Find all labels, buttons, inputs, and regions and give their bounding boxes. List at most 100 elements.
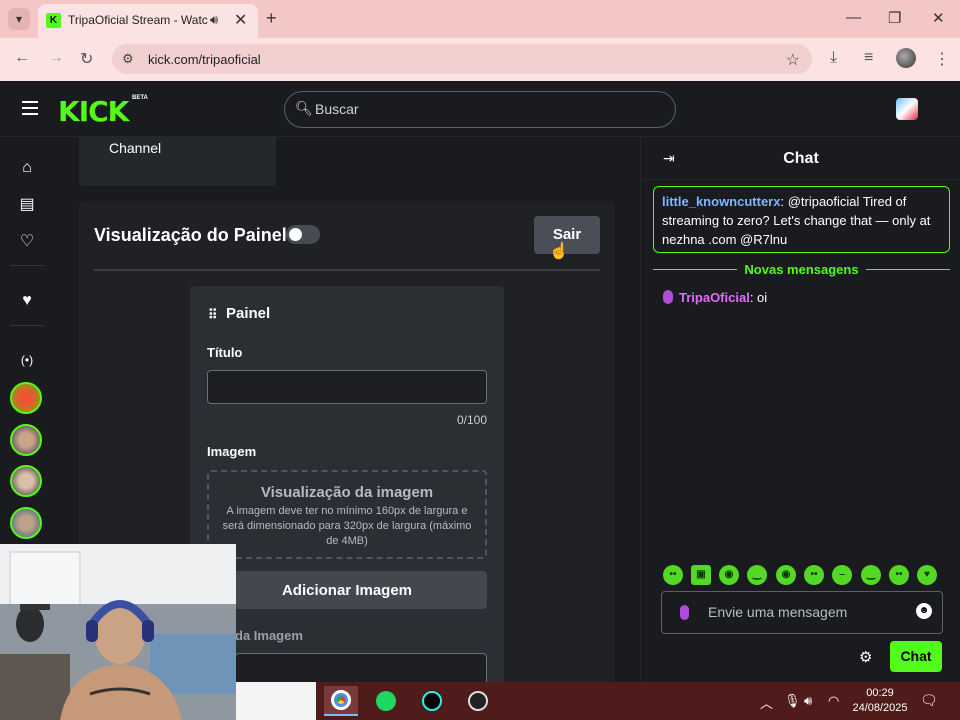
image-dropzone[interactable]: Visualização da imagem A imagem deve ter… bbox=[207, 470, 487, 559]
emote-icon[interactable]: – bbox=[832, 565, 852, 585]
chat-message: TripaOficial: oi bbox=[663, 290, 767, 305]
send-chat-button[interactable]: Chat bbox=[890, 641, 942, 672]
emote-icon[interactable]: ♥ bbox=[917, 565, 937, 585]
taskbar-obs-app[interactable] bbox=[461, 686, 495, 716]
panel-preview-toggle[interactable] bbox=[286, 225, 320, 244]
notification-center-icon[interactable]: 🗨︎ bbox=[920, 692, 938, 709]
live-broadcast-icon[interactable]: (•) bbox=[16, 349, 38, 371]
browser-profile-avatar[interactable] bbox=[896, 48, 916, 68]
following-heart-outline-icon[interactable]: ♡ bbox=[16, 231, 38, 253]
search-input[interactable] bbox=[315, 101, 655, 117]
broadcaster-badge-icon bbox=[663, 290, 673, 304]
clock-date: 24/08/2025 bbox=[852, 702, 908, 714]
tray-chevron-up-icon[interactable]: ︿ bbox=[760, 693, 773, 712]
restore-icon[interactable]: ❐ bbox=[888, 9, 901, 27]
pinned-message: little_knowncutterx: @tripaoficial Tired… bbox=[653, 186, 950, 253]
site-info-icon[interactable]: ⚙ bbox=[122, 51, 134, 67]
taskbar-spotify-app[interactable] bbox=[369, 686, 403, 716]
volume-icon[interactable]: 🔊︎ bbox=[804, 693, 812, 709]
browser-menu-icon[interactable]: ⋮ bbox=[934, 49, 950, 69]
title-field-label: Título bbox=[207, 345, 243, 360]
new-tab-icon[interactable]: + bbox=[266, 8, 277, 29]
close-tab-icon[interactable]: ✕ bbox=[234, 10, 247, 30]
chat-message-input[interactable] bbox=[708, 604, 908, 620]
chat-input-box[interactable]: ☻ bbox=[661, 591, 943, 634]
clock-time: 00:29 bbox=[866, 687, 894, 699]
drag-handle-icon[interactable]: ⠿ bbox=[208, 307, 218, 323]
followed-channel-avatar[interactable] bbox=[10, 424, 42, 456]
broadcaster-badge-icon bbox=[680, 605, 689, 620]
sidebar-divider bbox=[10, 265, 44, 266]
followed-channel-avatar[interactable] bbox=[10, 382, 42, 414]
title-char-counter: 0/100 bbox=[456, 413, 487, 427]
spotify-icon bbox=[376, 691, 396, 711]
browser-tab[interactable]: K TripaOficial Stream - Watch 🔊︎ ✕ bbox=[38, 4, 258, 38]
tab-search-icon[interactable]: ▾ bbox=[8, 8, 30, 30]
chat-header-divider bbox=[641, 179, 960, 180]
taskbar-chrome-app[interactable] bbox=[324, 686, 358, 716]
url-text: kick.com/tripaoficial bbox=[148, 52, 261, 67]
image-preview-description: A imagem deve ter no mínimo 160px de lar… bbox=[222, 505, 472, 547]
emote-icon[interactable]: ◉ bbox=[719, 565, 739, 585]
chat-panel: ⇥ Chat little_knowncutterx: @tripaoficia… bbox=[640, 137, 960, 682]
kick-logo[interactable]: KICK bbox=[58, 95, 129, 128]
browser-toolbar: ← → ↻ ⚙ kick.com/tripaoficial ☆ ⤓ ≡ ⋮ bbox=[0, 38, 960, 81]
new-messages-label: Novas mensagens bbox=[744, 262, 859, 277]
new-messages-divider: Novas mensagens bbox=[653, 262, 950, 277]
panel-title: Painel bbox=[226, 305, 271, 322]
section-divider bbox=[94, 269, 600, 271]
channel-label: Channel bbox=[109, 140, 162, 156]
wifi-icon[interactable]: ◠ bbox=[828, 693, 839, 709]
emote-icon[interactable]: ▣ bbox=[691, 565, 711, 585]
add-image-button[interactable]: Adicionar Imagem bbox=[207, 571, 487, 609]
reload-icon[interactable]: ↻ bbox=[80, 49, 93, 69]
emote-icon[interactable]: •• bbox=[663, 565, 683, 585]
bookmark-star-icon[interactable]: ☆ bbox=[786, 50, 800, 70]
taskbar-tiktok-app[interactable] bbox=[415, 686, 449, 716]
emote-icon[interactable]: ‿ bbox=[747, 565, 767, 585]
left-sidebar: ⌂ ▤ ♡ ♥ (•) bbox=[0, 137, 53, 544]
obs-icon bbox=[468, 691, 488, 711]
download-icon[interactable]: ⤓ bbox=[830, 49, 837, 67]
home-icon[interactable]: ⌂ bbox=[16, 157, 38, 179]
webcam-feed-image bbox=[0, 544, 236, 720]
taskbar-clock[interactable]: 00:29 24/08/2025 bbox=[850, 686, 910, 716]
emote-icon[interactable]: ◉ bbox=[776, 565, 796, 585]
image-link-label: da Imagem bbox=[235, 628, 303, 643]
back-icon[interactable]: ← bbox=[14, 49, 30, 67]
panel-title-input[interactable] bbox=[207, 370, 487, 404]
address-bar[interactable]: ⚙ kick.com/tripaoficial ☆ bbox=[112, 44, 812, 74]
emote-icon[interactable]: •• bbox=[804, 565, 824, 585]
emote-icon[interactable]: •• bbox=[889, 565, 909, 585]
emoji-picker-icon[interactable]: ☻ bbox=[916, 603, 932, 619]
media-control-icon[interactable]: ≡ bbox=[864, 49, 873, 67]
followed-channel-avatar[interactable] bbox=[10, 507, 42, 539]
os-taskbar: ︿ 🎙︎ 🔊︎ ◠ 00:29 24/08/2025 🗨︎ bbox=[236, 682, 960, 720]
minimize-icon[interactable]: — bbox=[846, 9, 861, 26]
pinned-message-user[interactable]: little_knowncutterx bbox=[662, 194, 780, 209]
chat-message-text: : oi bbox=[749, 290, 768, 305]
user-avatar[interactable] bbox=[896, 98, 918, 120]
toggle-knob bbox=[289, 228, 302, 241]
speaker-icon[interactable]: 🔊︎ bbox=[210, 12, 218, 28]
search-box[interactable]: 🔍︎ bbox=[284, 91, 676, 128]
sidebar-divider bbox=[10, 325, 44, 326]
chat-message-user[interactable]: TripaOficial bbox=[679, 290, 750, 305]
microphone-icon[interactable]: 🎙︎ bbox=[784, 693, 801, 709]
image-field-label: Imagem bbox=[207, 444, 257, 459]
emote-icon[interactable]: ‿ bbox=[861, 565, 881, 585]
chat-settings-gear-icon[interactable]: ⚙ bbox=[859, 648, 872, 666]
panel-editor-card: ⠿ Painel Título 0/100 Imagem Visualizaçã… bbox=[190, 286, 504, 720]
beta-badge: BETA bbox=[132, 95, 148, 101]
forward-icon[interactable]: → bbox=[48, 49, 64, 67]
tiktok-icon bbox=[422, 691, 442, 711]
browse-icon[interactable]: ▤ bbox=[16, 194, 38, 216]
panel-preview-title: Visualização do Painel bbox=[94, 225, 287, 245]
close-window-icon[interactable]: ✕ bbox=[932, 9, 945, 27]
webcam-overlay bbox=[0, 544, 236, 720]
taskbar-search-box[interactable] bbox=[236, 682, 316, 720]
following-heart-icon[interactable]: ♥ bbox=[16, 290, 38, 312]
hamburger-menu-icon[interactable] bbox=[22, 101, 38, 115]
followed-channel-avatar[interactable] bbox=[10, 465, 42, 497]
channel-card[interactable]: Channel bbox=[79, 137, 276, 186]
